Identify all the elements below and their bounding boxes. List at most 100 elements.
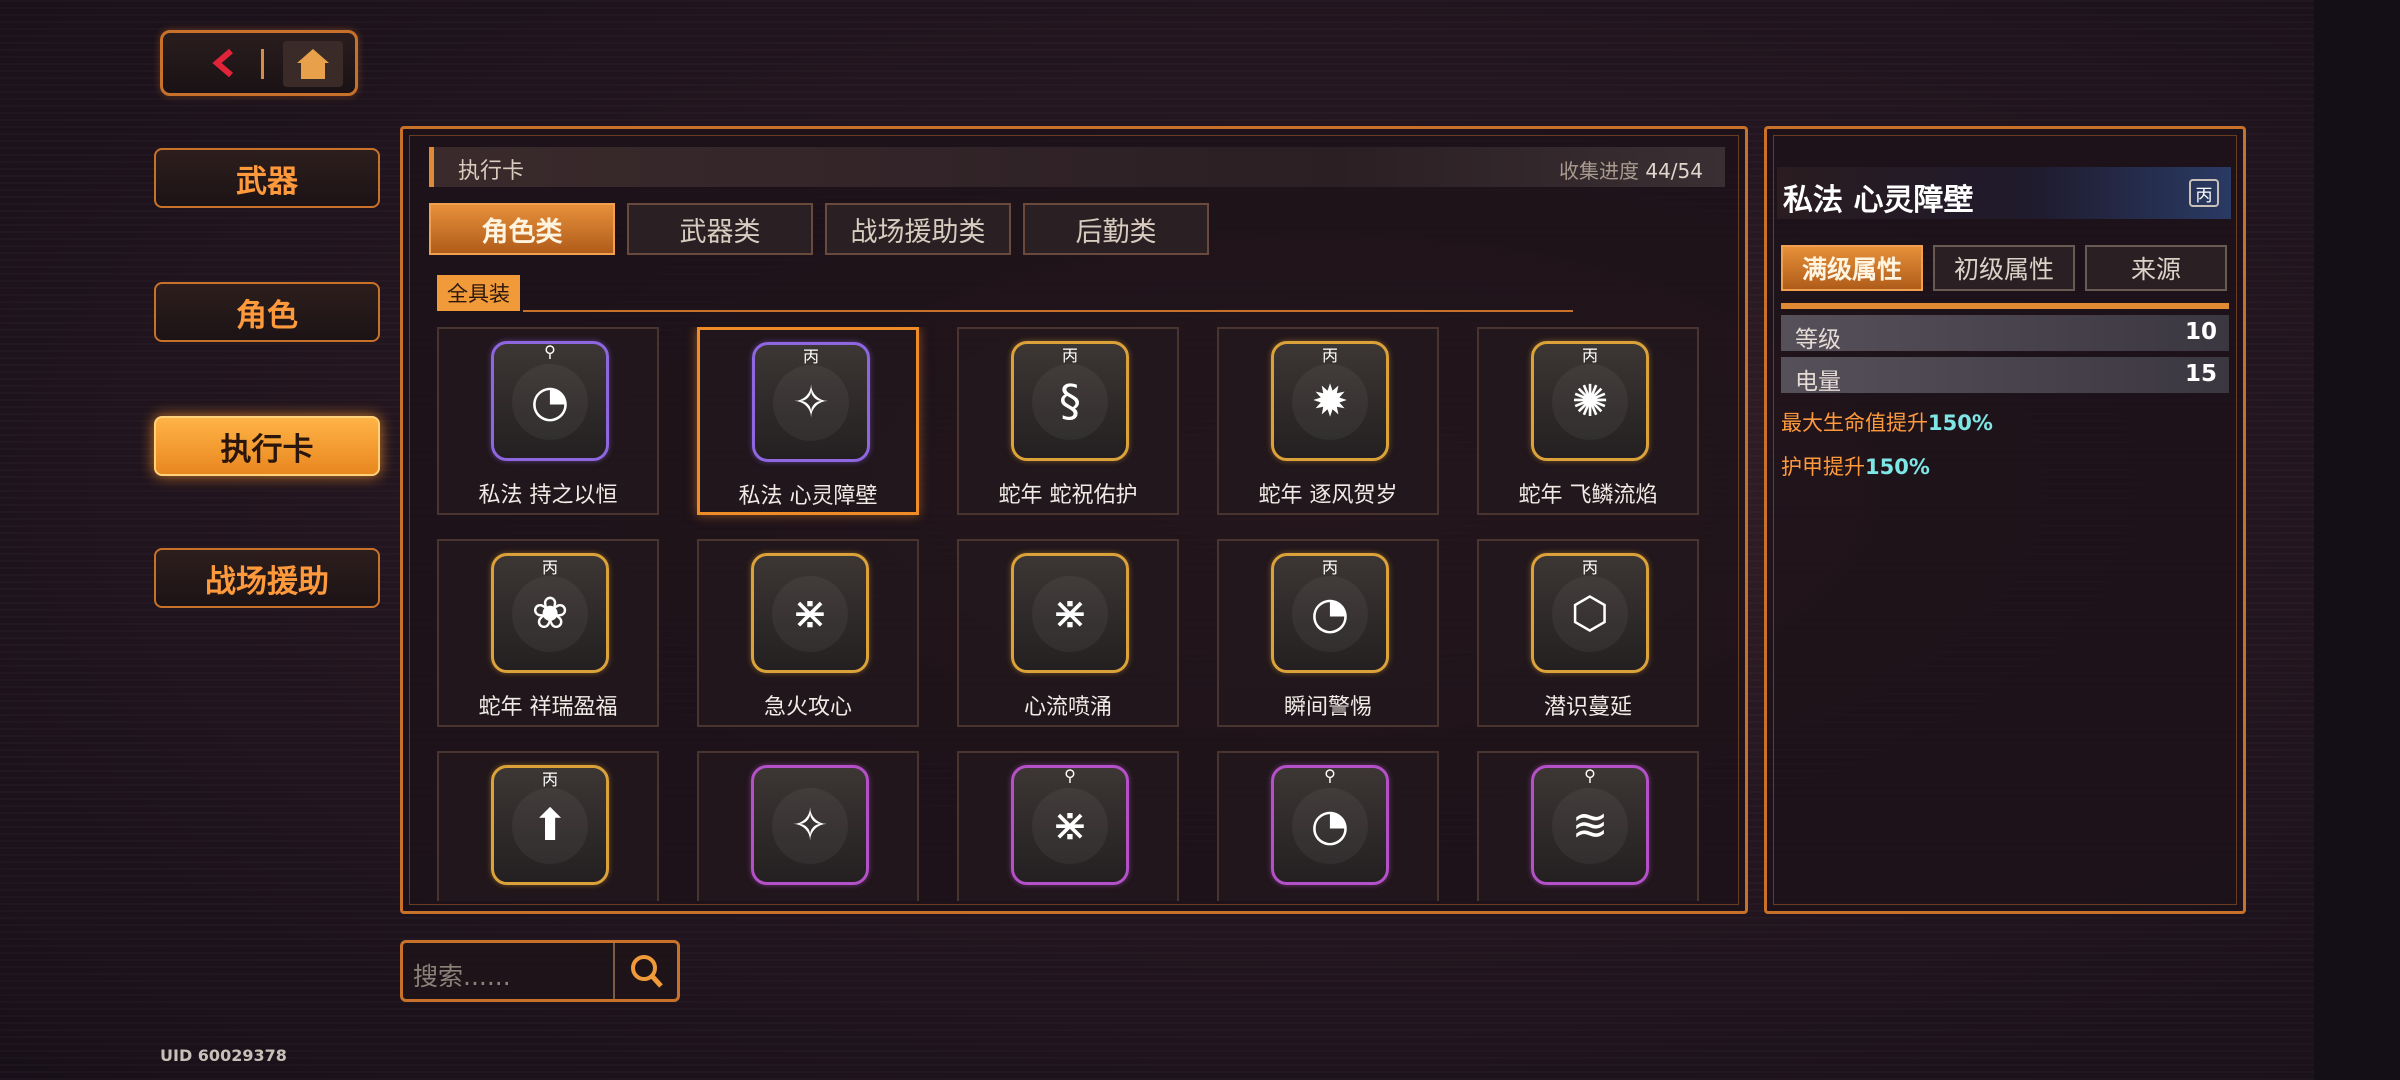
screen-edge-strip: [2314, 0, 2400, 1080]
execution-card[interactable]: ⚲ ≋: [1477, 751, 1699, 901]
shield-dial-icon: ◔: [1292, 576, 1368, 652]
execution-card[interactable]: 丙 ◔ 瞬间警惕: [1217, 539, 1439, 727]
rocket-icon: ⬆: [512, 788, 588, 864]
rank-badge: 丙: [2189, 179, 2219, 207]
execution-card[interactable]: ⚲ ⋇: [957, 751, 1179, 901]
stat-row-level: 等级 10: [1781, 315, 2229, 353]
user-id: UID 60029378: [160, 1046, 287, 1065]
tab-weapon[interactable]: 武器类: [627, 203, 813, 255]
execution-card[interactable]: 丙 ✹ 蛇年 逐风贺岁: [1217, 327, 1439, 515]
card-name: 私法 持之以恒: [478, 483, 618, 508]
back-arrow-icon: [212, 48, 233, 78]
rank-icon: ⚲: [1584, 766, 1596, 785]
execution-card[interactable]: 丙 ⬆: [437, 751, 659, 901]
rank-icon: 丙: [1061, 346, 1078, 365]
execution-card[interactable]: 丙 ✧ 私法 心灵障壁: [697, 327, 919, 515]
execution-card[interactable]: ⋇ 急火攻心: [697, 539, 919, 727]
search-icon: [631, 955, 663, 988]
execution-card[interactable]: ⚲ ◔: [1217, 751, 1439, 901]
panel-title: 执行卡: [458, 159, 525, 184]
effect-value: 150%: [1928, 411, 1993, 435]
back-button[interactable]: [185, 45, 257, 81]
execution-card[interactable]: ⋇ 心流喷涌: [957, 539, 1179, 727]
collection-progress: 收集进度 44/54: [1559, 155, 1703, 184]
card-frame: 丙 ⬆: [491, 765, 609, 885]
rank-icon: ⚲: [544, 342, 556, 361]
tab-source[interactable]: 来源: [2085, 245, 2227, 291]
card-frame: ⋇: [751, 553, 869, 673]
rank-icon: 丙: [1581, 558, 1598, 577]
tab-label: 角色类: [481, 216, 563, 248]
stat-value: 15: [2184, 361, 2217, 387]
hexagon-icon: ⬡: [1552, 576, 1628, 652]
effect-text: 最大生命值提升: [1781, 411, 1928, 435]
progress-value: 44/54: [1645, 159, 1703, 183]
card-frame: ⋇: [1011, 553, 1129, 673]
card-name: 急火攻心: [763, 695, 852, 720]
card-frame: ⚲ ≋: [1531, 765, 1649, 885]
card-frame: 丙 ✺: [1531, 341, 1649, 461]
tab-label: 战场援助类: [850, 216, 986, 248]
tab-label: 后勤类: [1075, 216, 1157, 248]
snake-ring-icon: §: [1032, 364, 1108, 440]
execution-card[interactable]: 丙 § 蛇年 蛇祝佑护: [957, 327, 1179, 515]
execution-card[interactable]: 丙 ⬡ 潜识蔓延: [1477, 539, 1699, 727]
rank-icon: ⚲: [1064, 766, 1076, 785]
effect-max-hp: 最大生命值提升150%: [1781, 407, 1993, 437]
sidebar-item-label: 执行卡: [220, 431, 314, 468]
card-frame: ⚲ ◔: [491, 341, 609, 461]
card-name: 心流喷涌: [1023, 695, 1112, 720]
execution-card[interactable]: 丙 ✺ 蛇年 飞鳞流焰: [1477, 327, 1699, 515]
sidebar-item-battlefield-support[interactable]: 战场援助: [154, 548, 380, 608]
sidebar-item-characters[interactable]: 角色: [154, 282, 380, 342]
diamond-burst-icon: ✺: [1552, 364, 1628, 440]
card-detail-panel: 私法 心灵障壁 丙 满级属性 初级属性 来源 等级 10 电量 15 最大生命值…: [1764, 126, 2246, 914]
card-frame: ⚲ ⋇: [1011, 765, 1129, 885]
home-icon: [297, 49, 329, 79]
tab-logistics[interactable]: 后勤类: [1023, 203, 1209, 255]
panel-header: 执行卡 收集进度 44/54: [429, 147, 1725, 187]
card-name: 蛇年 蛇祝佑护: [998, 483, 1138, 508]
execution-card[interactable]: ⚲ ◔ 私法 持之以恒: [437, 327, 659, 515]
tab-label: 满级属性: [1801, 255, 1902, 284]
tab-battlefield-support[interactable]: 战场援助类: [825, 203, 1011, 255]
card-frame: 丙 ⬡: [1531, 553, 1649, 673]
card-collection-panel: 执行卡 收集进度 44/54 角色类 武器类 战场援助类 后勤类 全具装 ⚲ ◔ 私…: [400, 126, 1748, 914]
stat-value: 10: [2184, 319, 2217, 345]
filter-chip[interactable]: 全具装: [437, 275, 520, 311]
rank-icon: ⚲: [1324, 766, 1336, 785]
card-name: 潜识蔓延: [1543, 695, 1632, 720]
card-frame: ✧: [751, 765, 869, 885]
top-nav: [160, 30, 358, 96]
search-button[interactable]: [613, 943, 677, 999]
stat-row-energy: 电量 15: [1781, 357, 2229, 395]
tab-label: 武器类: [679, 216, 761, 248]
tab-max-level-stats[interactable]: 满级属性: [1781, 245, 1923, 291]
card-name: 蛇年 飞鳞流焰: [1518, 483, 1658, 508]
filter-chip-label: 全具装: [447, 282, 510, 306]
card-frame: 丙 ✹: [1271, 341, 1389, 461]
card-grid: ⚲ ◔ 私法 持之以恒丙 ✧ 私法 心灵障壁丙 § 蛇年 蛇祝佑护丙 ✹ 蛇年 逐风贺岁丙 ✺ 蛇年…: [437, 327, 1711, 901]
sidebar-item-weapons[interactable]: 武器: [154, 148, 380, 208]
card-frame: ⚲ ◔: [1271, 765, 1389, 885]
shield-dial-icon: ◔: [512, 364, 588, 440]
sidebar-item-execution-cards[interactable]: 执行卡: [154, 416, 380, 476]
tab-character[interactable]: 角色类: [429, 203, 615, 255]
execution-card[interactable]: ✧: [697, 751, 919, 901]
card-frame: 丙 ◔: [1271, 553, 1389, 673]
sparkle-hands-icon: ✧: [773, 365, 849, 441]
tab-label: 来源: [2130, 255, 2181, 284]
home-button[interactable]: [283, 41, 343, 87]
search-input[interactable]: 搜索......: [413, 957, 511, 993]
detail-card-title: 私法 心灵障壁: [1783, 183, 1974, 218]
lucky-bag-icon: ❀: [512, 576, 588, 652]
execution-card[interactable]: 丙 ❀ 蛇年 祥瑞盈福: [437, 539, 659, 727]
card-frame: 丙 §: [1011, 341, 1129, 461]
card-name: 瞬间警惕: [1283, 695, 1372, 720]
filter-divider: [523, 310, 1573, 312]
sparkle-hands-icon: ✧: [772, 788, 848, 864]
tab-label: 初级属性: [1953, 255, 2054, 284]
stat-label: 电量: [1795, 369, 1841, 395]
effect-armor: 护甲提升150%: [1781, 451, 1930, 481]
tab-base-stats[interactable]: 初级属性: [1933, 245, 2075, 291]
